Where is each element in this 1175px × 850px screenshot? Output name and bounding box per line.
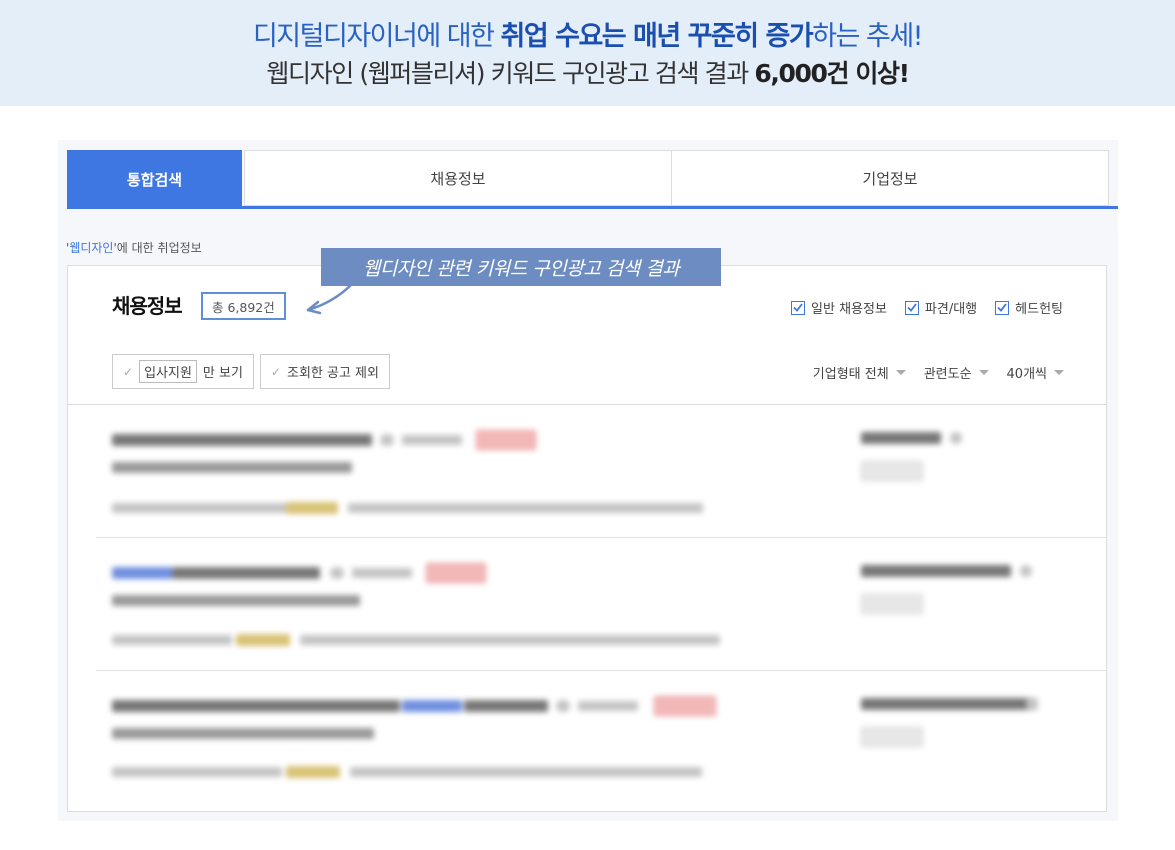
search-context: '웹디자인'에 대한 취업정보	[66, 239, 202, 256]
apply-suffix: 만 보기	[202, 366, 243, 381]
tab-underline	[67, 206, 1118, 209]
jobs-card: 채용정보 총 6,892건 웹디자인 관련 키워드 구인광고 검색 결과 일반 …	[67, 248, 1107, 812]
sort-order-value: 관련도순	[923, 367, 972, 382]
filter-general-jobs[interactable]: 일반 채용정보	[791, 298, 887, 317]
card-title: 채용정보	[112, 294, 183, 318]
banner-headline-emphasis: 취업 수요는 매년 꾸준히 증가	[500, 21, 814, 52]
chevron-down-icon	[1054, 370, 1064, 375]
promo-banner: 디지털디자이너에 대한 취업 수요는 매년 꾸준히 증가하는 추세! 웹디자인 …	[0, 0, 1175, 106]
search-context-suffix: '에 대한 취업정보	[113, 241, 202, 255]
banner-headline-part: 디지털디자이너에 대한	[252, 21, 501, 52]
blurred-listing-content	[68, 405, 1106, 538]
filter-label: 파견/대행	[924, 302, 978, 317]
banner-subline: 웹디자인 (웹퍼블리셔) 키워드 구인광고 검색 결과 6,000건 이상!	[0, 54, 1175, 90]
sort-controls: 기업형태 전체 관련도순 40개씩	[813, 363, 1064, 382]
blurred-listing-content	[68, 538, 1106, 671]
checkbox-checked-icon[interactable]	[995, 300, 1010, 315]
filter-dispatch[interactable]: 파견/대행	[904, 298, 978, 317]
filter-label: 일반 채용정보	[811, 302, 887, 317]
filter-headhunting[interactable]: 헤드헌팅	[995, 298, 1063, 317]
check-icon: ✓	[123, 364, 134, 379]
checkbox-checked-icon[interactable]	[904, 300, 919, 315]
chevron-down-icon	[978, 370, 989, 375]
check-icon: ✓	[270, 364, 281, 379]
job-listing-row[interactable]	[68, 671, 1106, 804]
job-listing-row[interactable]	[68, 405, 1106, 538]
result-count-badge: 총 6,892건	[201, 292, 286, 320]
apply-only-toggle[interactable]: ✓ 입사지원 만 보기	[112, 354, 254, 389]
tab-jobs[interactable]: 채용정보	[244, 150, 672, 206]
annotation-arrow-icon	[306, 282, 354, 315]
job-type-filters: 일반 채용정보 파견/대행 헤드헌팅	[791, 298, 1063, 317]
blurred-listing-content	[68, 671, 1106, 804]
annotation-label: 웹디자인 관련 키워드 구인광고 검색 결과	[321, 248, 721, 286]
banner-headline: 디지털디자이너에 대한 취업 수요는 매년 꾸준히 증가하는 추세!	[0, 14, 1175, 53]
tab-company[interactable]: 기업정보	[671, 150, 1109, 206]
search-tabs: 통합검색 채용정보 기업정보	[67, 150, 1118, 209]
tab-integrated-search[interactable]: 통합검색	[67, 150, 242, 209]
company-type-select[interactable]: 기업형태 전체	[813, 363, 906, 382]
apply-label: 입사지원	[139, 360, 197, 383]
search-keyword: 웹디자인	[69, 241, 114, 255]
banner-subline-part: 웹디자인 (웹퍼블리셔) 키워드 구인광고 검색 결과	[266, 59, 755, 88]
chevron-down-icon	[895, 370, 906, 375]
filter-label: 헤드헌팅	[1015, 302, 1063, 317]
job-listing-row[interactable]	[68, 538, 1106, 671]
sort-order-select[interactable]: 관련도순	[924, 363, 989, 382]
banner-headline-part: 하는 추세!	[812, 21, 923, 52]
company-type-value: 기업형태 전체	[812, 367, 889, 382]
search-panel: 통합검색 채용정보 기업정보 '웹디자인'에 대한 취업정보 채용정보 총 6,…	[58, 140, 1118, 821]
banner-subline-emphasis: 6,000건 이상!	[754, 59, 910, 88]
exclude-viewed-toggle[interactable]: ✓ 조회한 공고 제외	[259, 354, 390, 389]
page-size-select[interactable]: 40개씩	[1007, 363, 1064, 382]
exclude-viewed-label: 조회한 공고 제외	[286, 366, 379, 381]
checkbox-checked-icon[interactable]	[791, 300, 806, 315]
list-options: ✓ 입사지원 만 보기 ✓ 조회한 공고 제외	[112, 354, 390, 389]
page-size-value: 40개씩	[1006, 367, 1047, 382]
